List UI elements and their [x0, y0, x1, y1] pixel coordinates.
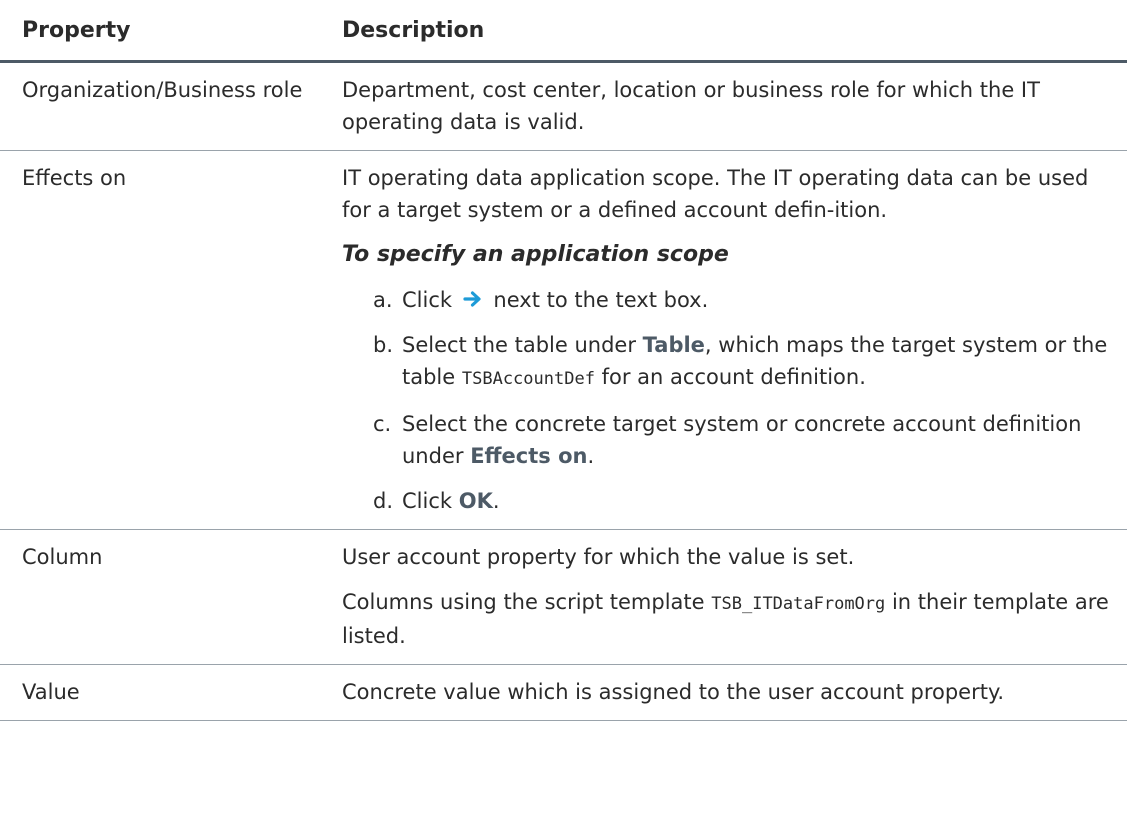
table-header-row: Property Description	[0, 0, 1127, 63]
arrow-right-icon	[463, 286, 483, 307]
table-row: Column User account property for which t…	[0, 529, 1127, 665]
step-marker: d.	[373, 489, 394, 513]
property-table: Property Description Organization/Busine…	[0, 0, 1127, 721]
property-cell: Value	[0, 664, 334, 721]
description-cell: Department, cost center, location or bus…	[334, 61, 1127, 151]
procedure-step: a. Click next to the text box.	[342, 284, 1109, 316]
note-text: Columns using the script template	[342, 590, 705, 614]
step-text: Click	[402, 288, 453, 312]
description-cell: Concrete value which is assigned to the …	[334, 664, 1127, 721]
property-cell: Organization/Business role	[0, 61, 334, 151]
procedure-step: c. Select the concrete target system or …	[342, 408, 1109, 472]
property-cell: Effects on	[0, 150, 334, 530]
procedure-step: b. Select the table under Table, which m…	[342, 329, 1109, 395]
description-note: Columns using the script template TSB_IT…	[342, 586, 1109, 652]
step-marker: b.	[373, 333, 394, 357]
description-text: Concrete value which is assigned to the …	[342, 680, 1005, 704]
step-text: for an account definition.	[601, 365, 866, 389]
ui-term: Table	[642, 333, 705, 357]
step-text: next to the text box.	[493, 288, 709, 312]
step-text: Select the table under	[402, 333, 636, 357]
description-text: User account property for which the valu…	[342, 545, 855, 569]
code-term: TSBAccountDef	[461, 369, 595, 389]
header-description: Description	[334, 0, 1127, 63]
header-property: Property	[0, 0, 334, 63]
table-row: Effects on IT operating data application…	[0, 150, 1127, 530]
table-row: Organization/Business role Department, c…	[0, 61, 1127, 151]
step-marker: a.	[373, 288, 393, 312]
step-text: .	[587, 444, 595, 468]
procedure-title: To specify an application scope	[342, 242, 729, 267]
code-term: TSB_ITDataFromOrg	[711, 594, 886, 614]
description-cell: User account property for which the valu…	[334, 529, 1127, 665]
procedure-steps: a. Click next to the text box. b. Select…	[342, 284, 1109, 517]
table-row: Value Concrete value which is assigned t…	[0, 664, 1127, 721]
ui-term: Effects on	[470, 444, 588, 468]
step-text: Click	[402, 489, 453, 513]
description-cell: IT operating data application scope. The…	[334, 150, 1127, 530]
description-text: Department, cost center, location or bus…	[342, 78, 1040, 134]
procedure-step: d. Click OK.	[342, 485, 1109, 517]
description-text: IT operating data application scope. The…	[342, 166, 1089, 222]
step-text: .	[492, 489, 500, 513]
step-marker: c.	[373, 412, 392, 436]
ui-term: OK	[458, 489, 493, 513]
property-cell: Column	[0, 529, 334, 665]
